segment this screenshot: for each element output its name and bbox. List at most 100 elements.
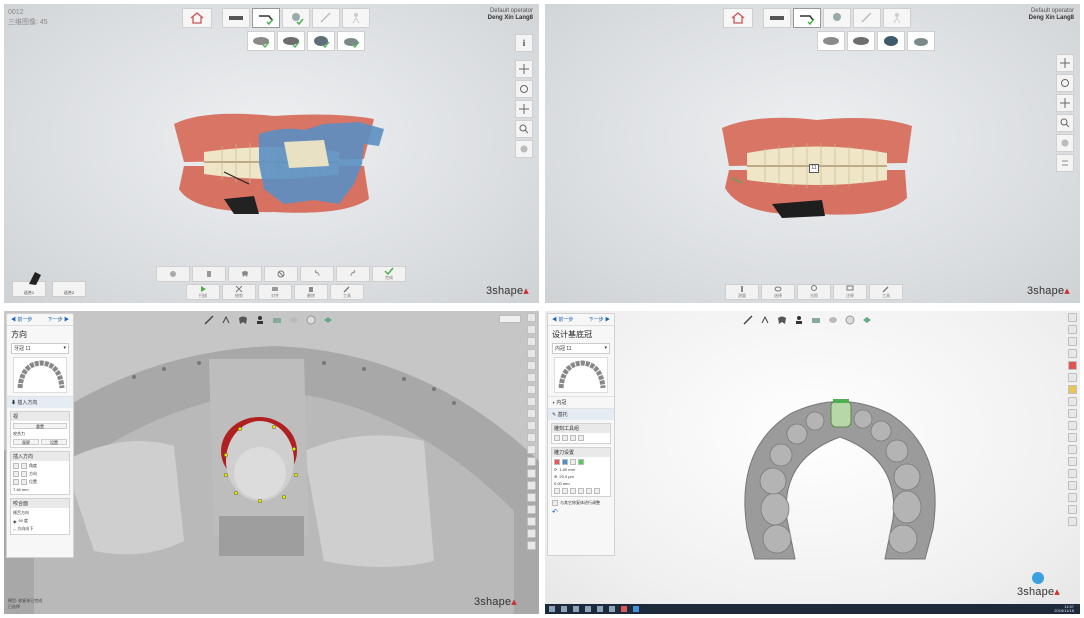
view-tool-7-icon[interactable]: [1067, 385, 1077, 394]
view-tool-13-icon[interactable]: [526, 457, 536, 466]
view-tool-10-icon[interactable]: [1067, 421, 1077, 430]
sub-step-bite[interactable]: [307, 31, 335, 51]
view-tool-5-icon[interactable]: [1067, 361, 1077, 370]
tool-gum-button[interactable]: [809, 314, 823, 326]
workflow-step-order[interactable]: [763, 8, 791, 28]
help-bubble-icon[interactable]: [1032, 572, 1044, 584]
workflow-step-order[interactable]: [222, 8, 250, 28]
arch-thumbnail[interactable]: [13, 357, 67, 393]
view-tool-15-icon[interactable]: [1067, 481, 1077, 490]
view-tool-12-icon[interactable]: [526, 445, 536, 454]
coping-item[interactable]: ◖ 内冠: [548, 396, 614, 408]
tool-sphere-button[interactable]: [843, 314, 857, 326]
view-tool-16-icon[interactable]: [1067, 493, 1077, 502]
sub-step-bite[interactable]: [877, 31, 905, 51]
reset-button[interactable]: 重置: [13, 423, 67, 429]
view-tool-10-icon[interactable]: [526, 421, 536, 430]
workflow-step-bite[interactable]: [823, 8, 851, 28]
rotate-button[interactable]: [515, 80, 533, 98]
sub-step-align[interactable]: [907, 31, 935, 51]
workflow-step-scan[interactable]: [252, 8, 280, 28]
select-button[interactable]: 选择: [761, 284, 795, 300]
reset-view-button[interactable]: [1056, 134, 1074, 152]
workflow-step-design[interactable]: [312, 8, 340, 28]
tool-undo-button[interactable]: [300, 266, 334, 282]
folder-icon[interactable]: [597, 606, 603, 612]
wax-add-icon[interactable]: [554, 435, 560, 441]
scan-status-lower[interactable]: 适合2: [52, 281, 86, 297]
view-tool-11-icon[interactable]: [526, 433, 536, 442]
search-icon[interactable]: [561, 606, 567, 612]
next-step-button[interactable]: 下一步 ▶: [48, 316, 69, 323]
remove-icon[interactable]: [570, 459, 576, 465]
wax-remove-icon[interactable]: [570, 435, 576, 441]
base-item[interactable]: ✎ 基托: [548, 408, 614, 420]
tool-crown-button[interactable]: [287, 314, 301, 326]
view-tool-4-icon[interactable]: [526, 349, 536, 358]
workflow-step-bite[interactable]: [282, 8, 310, 28]
rotate-button[interactable]: [1056, 74, 1074, 92]
next-step-button[interactable]: 下一步 ▶: [589, 316, 610, 323]
prev-step-button[interactable]: ◀ 前一步: [552, 316, 573, 323]
task-view-icon[interactable]: [573, 606, 579, 612]
view-tool-17-icon[interactable]: [526, 505, 536, 514]
wax-smooth-icon[interactable]: [562, 435, 568, 441]
zoom-pan-button[interactable]: [515, 100, 533, 118]
view-tool-3-icon[interactable]: [526, 337, 536, 346]
view-tool-9-icon[interactable]: [1067, 409, 1077, 418]
tool-fit-button[interactable]: [156, 266, 190, 282]
view-tool-1-icon[interactable]: [1067, 313, 1077, 322]
tool-sphere-button[interactable]: [304, 314, 318, 326]
view-tool-6-icon[interactable]: [526, 373, 536, 382]
add-icon[interactable]: [554, 459, 560, 465]
tool-finish-button[interactable]: 完成: [372, 266, 406, 282]
green-dot-icon[interactable]: [578, 459, 584, 465]
view-tool-8-icon[interactable]: [526, 397, 536, 406]
view-tool-2-icon[interactable]: [526, 325, 536, 334]
pan-button[interactable]: [1056, 54, 1074, 72]
delete-button[interactable]: 删除: [294, 284, 328, 300]
tool-clip-button[interactable]: [758, 314, 772, 326]
start-icon[interactable]: [549, 606, 555, 612]
view-tool-15-icon[interactable]: [526, 481, 536, 490]
view-tool-8-icon[interactable]: [1067, 397, 1077, 406]
workflow-step-finish[interactable]: [883, 8, 911, 28]
swatch-4-icon[interactable]: [578, 488, 584, 494]
swatch-1-icon[interactable]: [554, 488, 560, 494]
zoom-button[interactable]: [515, 120, 533, 138]
tool-gum-button[interactable]: [270, 314, 284, 326]
view-tool-13-icon[interactable]: [1067, 457, 1077, 466]
view-tool-4-icon[interactable]: [1067, 349, 1077, 358]
tool-cut-button[interactable]: [741, 314, 755, 326]
workflow-step-finish[interactable]: [342, 8, 370, 28]
app-icon[interactable]: [621, 606, 627, 612]
tool-layer-button[interactable]: [321, 314, 335, 326]
view-tool-18-icon[interactable]: [526, 517, 536, 526]
view-tool-7-icon[interactable]: [526, 385, 536, 394]
info-button[interactable]: i: [515, 34, 533, 52]
swatch-6-icon[interactable]: [594, 488, 600, 494]
sub-step-upper[interactable]: [817, 31, 845, 51]
occlusal-option-2[interactable]: ◉ 90 度: [13, 518, 67, 524]
view-tool-1-icon[interactable]: [526, 313, 536, 322]
view-tool-16-icon[interactable]: [526, 493, 536, 502]
view-tool-14-icon[interactable]: [526, 469, 536, 478]
thickness-value[interactable]: 20.0 µm: [559, 474, 574, 479]
smooth-icon[interactable]: [562, 459, 568, 465]
reset-view-button[interactable]: [515, 140, 533, 158]
tool-person-button[interactable]: [792, 314, 806, 326]
view-tool-20-icon[interactable]: [526, 541, 536, 550]
tool-clear-button[interactable]: [264, 266, 298, 282]
tool-trim-button[interactable]: [192, 266, 226, 282]
morph-icon[interactable]: [578, 435, 584, 441]
tool-crown-button[interactable]: [826, 314, 840, 326]
set-button[interactable]: 设置: [41, 439, 67, 445]
radius-value[interactable]: 1.00 mm: [559, 467, 575, 472]
swatch-5-icon[interactable]: [586, 488, 592, 494]
align-button[interactable]: 对齐: [258, 284, 292, 300]
tool-layer-button[interactable]: [860, 314, 874, 326]
view-tool-9-icon[interactable]: [526, 409, 536, 418]
view-tool-17-icon[interactable]: [1067, 505, 1077, 514]
store-icon[interactable]: [609, 606, 615, 612]
angle-icon[interactable]: [13, 463, 19, 469]
